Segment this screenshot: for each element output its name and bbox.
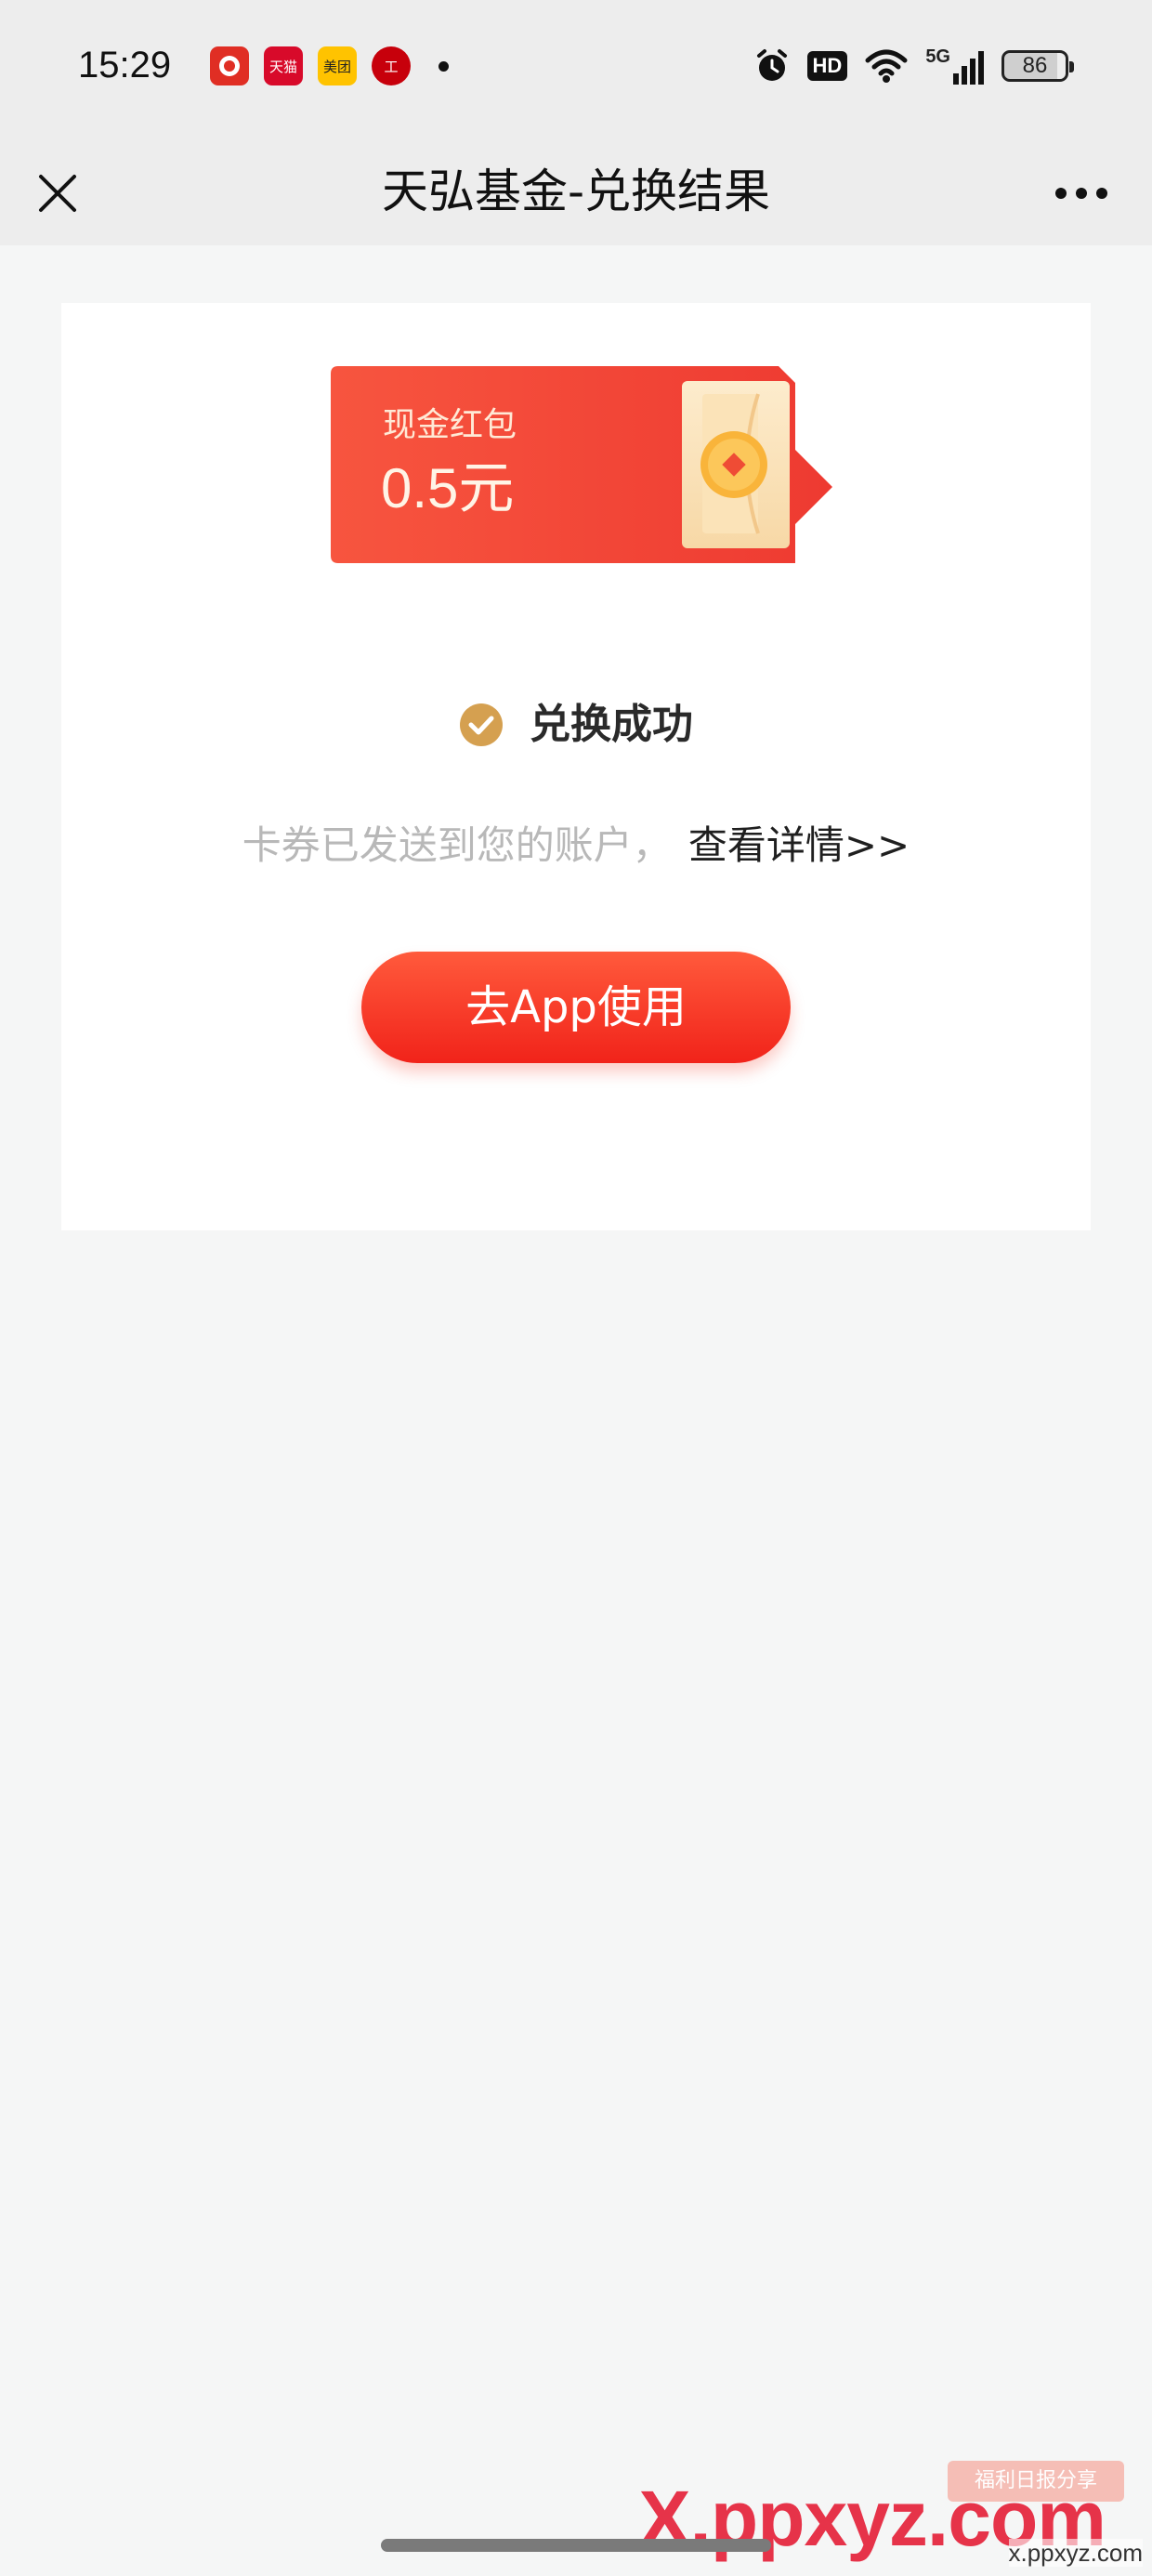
hint-text: 卡券已发送到您的账户， bbox=[242, 822, 672, 868]
battery-indicator: 86 bbox=[1001, 50, 1074, 82]
wifi-icon bbox=[865, 49, 908, 83]
use-in-app-button[interactable]: 去App使用 bbox=[361, 952, 791, 1063]
notification-dot bbox=[439, 60, 449, 72]
watermark-small-text: x.ppxyz.com bbox=[1008, 2539, 1143, 2567]
cellular-signal: 5G bbox=[925, 47, 985, 85]
home-indicator[interactable] bbox=[381, 2539, 771, 2552]
hd-badge: HD bbox=[806, 51, 848, 81]
voucher-label: 现金红包 bbox=[383, 406, 517, 444]
status-time: 15:29 bbox=[78, 45, 172, 85]
status-indicators: HD 5G 86 bbox=[737, 45, 1074, 87]
title-bar: 天弘基金-兑换结果 bbox=[0, 136, 1152, 245]
view-details-link[interactable]: 查看详情>> bbox=[688, 820, 910, 872]
more-button[interactable] bbox=[1044, 164, 1119, 223]
meituan-app-icon: 美团 bbox=[318, 46, 357, 85]
pinduoduo-app-icon bbox=[210, 46, 249, 85]
alarm-icon bbox=[756, 49, 787, 81]
notification-app-icons: 天猫 美团 工 bbox=[210, 46, 449, 85]
exchange-status: 兑换成功 bbox=[61, 697, 1091, 753]
status-title: 兑换成功 bbox=[530, 701, 693, 748]
status-bar: 15:29 天猫 美团 工 HD 5G 86 bbox=[0, 0, 1152, 136]
page-title: 天弘基金-兑换结果 bbox=[381, 164, 771, 218]
result-card: 现金红包 0.5元 兑换成功 卡券已发送到您的账户， 查看详情>> 去App使用 bbox=[61, 303, 1091, 1230]
tmall-app-icon: 天猫 bbox=[264, 46, 303, 85]
signal-bars-icon bbox=[953, 51, 984, 85]
network-type-label: 5G bbox=[925, 46, 950, 67]
voucher-amount: 0.5元 bbox=[381, 457, 515, 519]
watermark: 福利日报分享 X.ppxyz.com x.ppxyz.com bbox=[639, 2461, 1152, 2576]
result-hint: 卡券已发送到您的账户， 查看详情>> bbox=[61, 820, 1091, 872]
cash-red-packet-voucher: 现金红包 0.5元 bbox=[331, 357, 888, 571]
check-circle-icon bbox=[460, 703, 503, 746]
icbc-app-icon: 工 bbox=[372, 46, 411, 85]
more-icon bbox=[1055, 188, 1107, 199]
